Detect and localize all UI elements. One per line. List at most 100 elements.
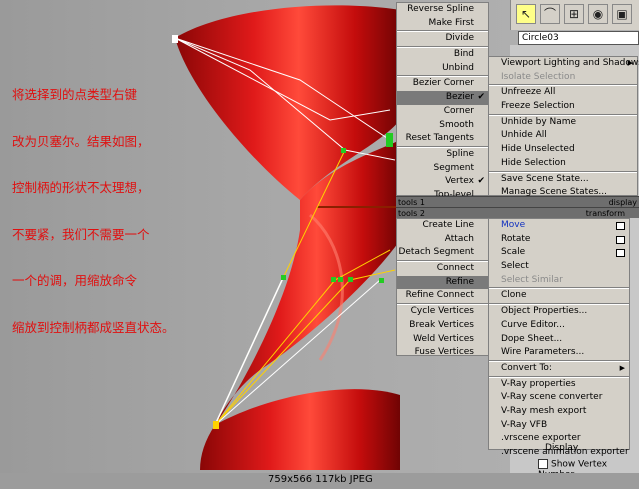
menu-item-make-first[interactable]: Make First xyxy=(397,17,488,31)
menu-item-label: Unhide All xyxy=(501,130,547,141)
quad-bar-tools1: tools 1 display xyxy=(396,196,639,207)
menu-item-label: Segment xyxy=(433,162,475,173)
submenu-arrow-icon: ▶ xyxy=(619,363,625,372)
menu-item-label: Object Properties... xyxy=(501,306,588,317)
menu-item-label: Detach Segment xyxy=(398,247,474,258)
quad-menu-tools1: Reverse Spline Make First Divide Bind Unbind… xyxy=(396,2,489,200)
menu-item-wire-parameters[interactable]: Wire Parameters... xyxy=(489,346,629,360)
menu-item-segment[interactable]: Segment xyxy=(397,162,488,176)
menu-item-weld-vertices[interactable]: Weld Vertices xyxy=(397,333,488,347)
menu-item-label: Hide Unselected xyxy=(501,144,575,155)
menu-item-break-vertices[interactable]: Break Vertices xyxy=(397,319,488,333)
menu-item-label: Isolate Selection xyxy=(501,71,576,82)
menu-item-label: Clone xyxy=(501,290,527,301)
annotation-line: 一个的调，用缩放命令 xyxy=(12,273,138,288)
menu-item-move[interactable]: Move xyxy=(489,219,629,233)
menu-item-label: Bezier Corner xyxy=(412,78,474,89)
menu-item-hide-selection[interactable]: Hide Selection xyxy=(489,157,637,171)
menu-item-unhide-all[interactable]: Unhide All xyxy=(489,129,637,143)
menu-item-create-line[interactable]: Create Line xyxy=(397,219,488,233)
menu-item-vertex[interactable]: Vertex ✔ xyxy=(397,175,488,189)
handle-6 xyxy=(379,278,384,283)
menu-item-label: Curve Editor... xyxy=(501,319,565,330)
hierarchy-icon[interactable]: ⊞ xyxy=(564,4,584,24)
menu-item-attach[interactable]: Attach xyxy=(397,233,488,247)
menu-item-label: Attach xyxy=(444,233,474,244)
menu-item-label: Unhide by Name xyxy=(501,116,577,127)
checkbox-box[interactable] xyxy=(538,459,548,469)
menu-item-refine-connect[interactable]: Refine Connect xyxy=(397,289,488,303)
menu-item-object-properties[interactable]: Object Properties... xyxy=(489,305,629,319)
object-name-field[interactable]: Circle03 xyxy=(518,31,639,45)
display-icon[interactable]: ▣ xyxy=(612,4,632,24)
menu-item-label: Hide Selection xyxy=(501,157,566,168)
menu-item-label: Dope Sheet... xyxy=(501,333,563,344)
menu-item-dope-sheet[interactable]: Dope Sheet... xyxy=(489,333,629,347)
menu-item-label: Select Similar xyxy=(501,274,563,285)
menu-item-select[interactable]: Select xyxy=(489,260,629,274)
menu-item-convert-to[interactable]: Convert To: ▶ xyxy=(489,362,629,376)
annotation-line: 缩放到控制柄都成竖直状态。 xyxy=(12,319,175,335)
menu-item-unhide-by-name[interactable]: Unhide by Name xyxy=(489,116,637,130)
handle-3 xyxy=(331,277,336,282)
menu-item-save-scene-state[interactable]: Save Scene State... xyxy=(489,173,637,187)
submenu-arrow-icon: ▶ xyxy=(627,59,633,67)
display-rollout-label: Display xyxy=(545,443,579,453)
menu-item-spline[interactable]: Spline xyxy=(397,148,488,162)
menu-item-reset-tangents[interactable]: Reset Tangents xyxy=(397,132,488,146)
annotation-line: 将选择到的点类型右键 xyxy=(12,87,138,102)
menu-item-detach-segment[interactable]: Detach Segment xyxy=(397,246,488,260)
menu-item-clone[interactable]: Clone xyxy=(489,289,629,303)
checkmark-icon: ✔ xyxy=(477,176,485,187)
menu-item-label: V-Ray mesh export xyxy=(501,405,587,416)
options-box-icon[interactable] xyxy=(616,249,625,258)
menu-item-rotate[interactable]: Rotate xyxy=(489,233,629,247)
menu-item-label: .vrscene exporter xyxy=(501,433,581,444)
menu-item-v-ray-properties[interactable]: V-Ray properties xyxy=(489,378,629,392)
menu-item-label: Divide xyxy=(445,33,474,44)
menu-item-label: Corner xyxy=(443,105,474,116)
annotation-line: 改为贝塞尔。结果如图， xyxy=(12,133,150,149)
menu-item-viewport-lighting-and-shadows[interactable]: Viewport Lighting and Shadows ▶ xyxy=(489,57,639,71)
motion-icon[interactable]: ◉ xyxy=(588,4,608,24)
options-box-icon[interactable] xyxy=(616,235,625,244)
handle-5 xyxy=(348,277,353,282)
menu-item-corner[interactable]: Corner xyxy=(397,105,488,119)
annotation-line: 控制柄的形状不太理想， xyxy=(12,180,150,195)
menu-item-freeze-selection[interactable]: Freeze Selection xyxy=(489,100,637,114)
menu-item-label: Make First xyxy=(428,17,474,28)
menu-item-label: Refine Connect xyxy=(405,290,474,301)
menu-item-label: Bezier xyxy=(445,92,474,103)
menu-item-label: Unbind xyxy=(442,62,474,73)
menu-item-v-ray-scene-converter[interactable]: V-Ray scene converter xyxy=(489,391,629,405)
menu-item-bezier[interactable]: Bezier ✔ xyxy=(397,91,488,105)
menu-item-refine[interactable]: Refine xyxy=(397,275,488,290)
menu-item-label: V-Ray properties xyxy=(501,378,576,389)
menu-item-unbind[interactable]: Unbind xyxy=(397,62,488,76)
menu-item-curve-editor[interactable]: Curve Editor... xyxy=(489,319,629,333)
image-caption-bar: 759x566 117kb JPEG xyxy=(0,473,639,489)
menu-item-bind[interactable]: Bind xyxy=(397,48,488,62)
menu-item-hide-unselected[interactable]: Hide Unselected xyxy=(489,143,637,157)
curve-tool-icon[interactable]: ⌒ xyxy=(540,4,560,24)
annotation-line: 不要紧，我们不需要一个 xyxy=(12,226,150,242)
menu-item-bezier-corner[interactable]: Bezier Corner xyxy=(397,77,488,91)
menu-item-connect[interactable]: Connect xyxy=(397,262,488,276)
options-box-icon[interactable] xyxy=(616,222,625,230)
menu-item-label: Convert To: xyxy=(501,362,552,373)
menu-item-label: Fuse Vertices xyxy=(414,347,474,358)
menu-item-cycle-vertices[interactable]: Cycle Vertices xyxy=(397,305,488,319)
menu-item-scale[interactable]: Scale xyxy=(489,246,629,260)
menu-item-fuse-vertices[interactable]: Fuse Vertices xyxy=(397,346,488,360)
menu-item-unfreeze-all[interactable]: Unfreeze All xyxy=(489,86,637,100)
menu-item-label: Wire Parameters... xyxy=(501,347,585,358)
menu-item-v-ray-vfb[interactable]: V-Ray VFB xyxy=(489,419,629,433)
menu-item-divide[interactable]: Divide xyxy=(397,32,488,46)
handle-2 xyxy=(281,275,286,280)
menu-item-smooth[interactable]: Smooth xyxy=(397,119,488,133)
select-cursor-icon[interactable]: ↖ xyxy=(516,4,536,24)
menu-item-label: Freeze Selection xyxy=(501,101,575,112)
menu-item-reverse-spline[interactable]: Reverse Spline xyxy=(397,3,488,17)
menu-item-v-ray-mesh-export[interactable]: V-Ray mesh export xyxy=(489,405,629,419)
menu-item-label: Weld Vertices xyxy=(413,333,474,344)
